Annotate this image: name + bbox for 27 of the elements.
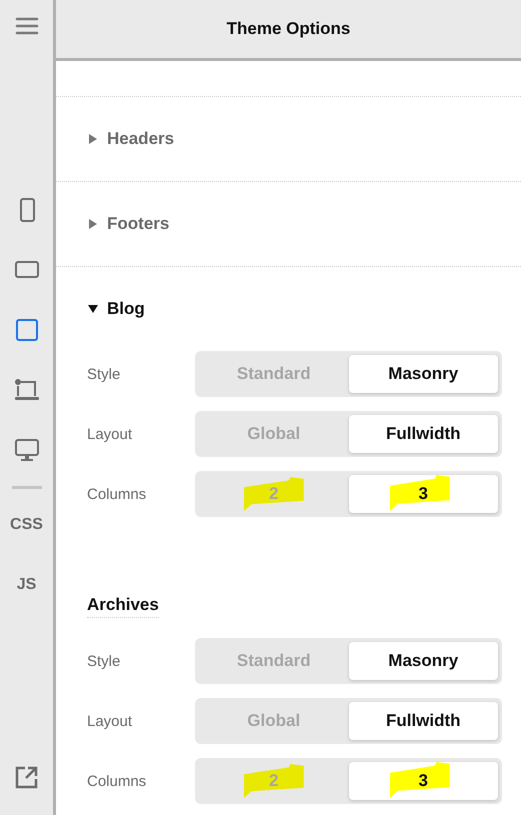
highlight-mark [390,475,450,511]
field-label: Style [87,366,122,382]
field-label: Columns [87,486,148,502]
segment-option[interactable]: 3 [348,762,498,800]
section-header[interactable]: Footers [56,182,521,266]
panel-title: Theme Options [226,19,350,39]
triangle-icon [88,219,98,229]
section-header[interactable]: Blog [56,267,521,351]
field-label: Columns [87,772,148,790]
field-label: Layout [87,712,134,730]
segment-option[interactable]: 3 [348,475,498,513]
sidebar-item[interactable]: JS [12,572,42,598]
sidebar-item[interactable]: CSS [12,512,42,538]
section-title: Archives [87,595,159,618]
field-label: Layout [87,426,134,442]
section-header[interactable]: Headers [56,97,521,181]
segment-option[interactable]: Fullwidth [348,702,498,740]
segment-option[interactable]: Fullwidth [348,415,498,453]
menu-icon[interactable] [14,15,40,37]
segment-option[interactable]: Masonry [348,355,498,393]
highlight-mark [244,477,304,511]
highlight-mark [244,764,304,798]
field-label: Style [87,652,122,670]
highlight-mark [390,762,450,798]
triangle-icon [88,134,98,144]
triangle-icon [88,304,98,314]
segment-option[interactable]: Masonry [348,642,498,680]
